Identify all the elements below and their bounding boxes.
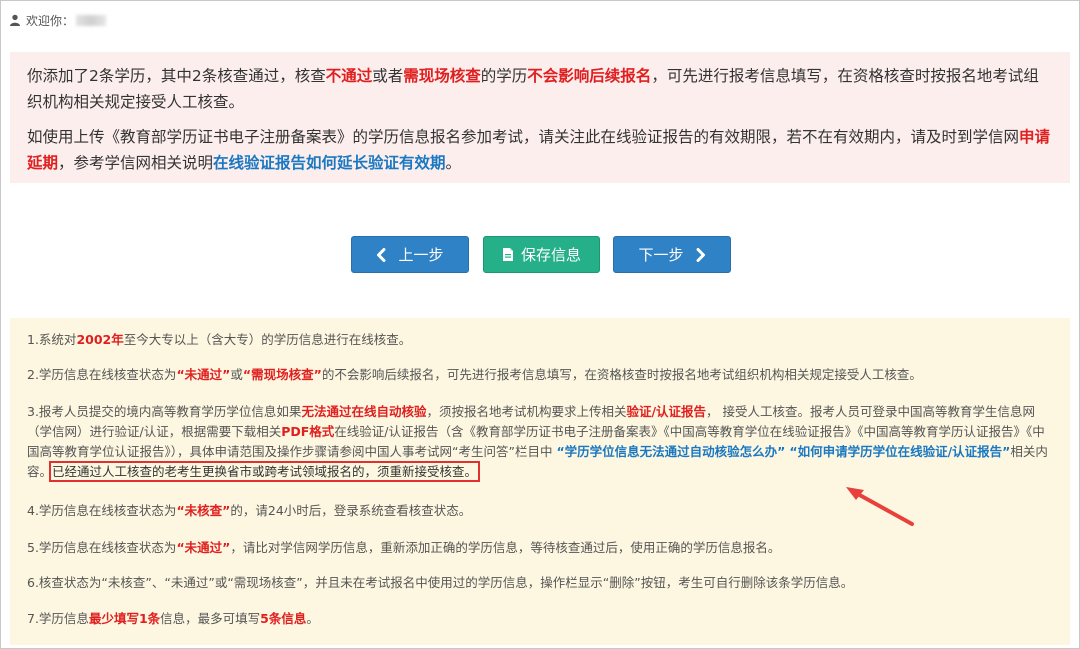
extend-validity-link[interactable]: 在线验证报告如何延长验证有效期 <box>213 154 446 172</box>
tip-emphasis: 最少填写1条 <box>88 611 161 626</box>
tip-emphasis: “需现场核查” <box>242 367 322 382</box>
tip-emphasis: PDF格式 <box>281 424 335 439</box>
tip-emphasis: 无法通过在线自动核验 <box>301 404 427 419</box>
tips-panel: 1.系统对2002年至今大专以上（含大专）的学历信息进行在线核查。 2.学历信息… <box>10 318 1070 645</box>
tip-text: 或 <box>230 367 243 382</box>
notice-text: 如使用上传《教育部学历证书电子注册备案表》的学历信息报名参加考试，请关注此在线验… <box>27 128 1020 146</box>
tip-emphasis: 5条信息 <box>260 611 307 626</box>
user-icon <box>9 14 21 26</box>
next-step-button[interactable]: 下一步 <box>613 236 731 273</box>
tip-item-3: 3.报考人员提交的境内高等教育学历学位信息如果无法通过在线自动核验，须按报名地考… <box>27 402 1057 482</box>
tip-text: 6.核查状态为“未核查”、“未通过”或“需现场核查”，并且未在考试报名中使用过的… <box>27 575 854 590</box>
tip-text: 信息，最多可填写 <box>160 611 261 626</box>
tip-text: 5.学历信息在线核查状态为 <box>27 540 177 555</box>
tip-text: 1.系统对 <box>27 332 77 347</box>
chevron-left-icon <box>376 247 386 262</box>
tip-text: 。 <box>306 611 319 626</box>
notice-text: 你添加了2条学历，其中2条核查通过，核查 <box>27 67 326 85</box>
tip-text: 的不会影响后续报名，可先进行报考信息填写，在资格核查时按报名地考试组织机构相关规… <box>321 367 922 382</box>
notice-text: 或者 <box>372 67 404 85</box>
document-icon <box>502 247 514 262</box>
welcome-bar: 欢迎你： <box>9 11 107 29</box>
notice-emphasis: 需现场核查 <box>403 67 481 85</box>
prev-step-button[interactable]: 上一步 <box>351 236 469 273</box>
tip-text: 2.学历信息在线核查状态为 <box>27 367 177 382</box>
tip-item-6: 6.核查状态为“未核查”、“未通过”或“需现场核查”，并且未在考试报名中使用过的… <box>27 573 1057 593</box>
tip-text: 的，请24小时后，登录系统查看核查状态。 <box>230 503 472 518</box>
prev-step-label: 上一步 <box>398 246 444 264</box>
notice-text: ，参考学信网相关说明 <box>58 154 214 172</box>
chevron-right-icon <box>696 247 706 262</box>
welcome-label: 欢迎你： <box>26 13 75 28</box>
tip-text: 至今大专以上（含大专）的学历信息进行在线核查。 <box>123 332 412 347</box>
highlighted-recheck-note: 已经通过人工核查的老考生更换省市或跨考试领域报名的，须重新接受核查。 <box>49 461 481 482</box>
tip-text: ，请比对学信网学历信息，重新添加正确的学历信息，等待核查通过后，使用正确的学历信… <box>230 540 781 555</box>
notice-paragraph-1: 你添加了2条学历，其中2条核查通过，核查不通过或者需现场核查的学历不会影响后续报… <box>27 63 1053 115</box>
tip-item-7: 7.学历信息最少填写1条信息，最多可填写5条信息。 <box>27 609 1057 629</box>
tip-item-2: 2.学历信息在线核查状态为“未通过”或“需现场核查”的不会影响后续报名，可先进行… <box>27 365 1057 385</box>
next-step-label: 下一步 <box>638 246 684 264</box>
tip-text: 7.学历信息 <box>27 611 89 626</box>
notice-text: 。 <box>445 154 462 172</box>
auto-verify-faq-link[interactable]: “学历学位信息无法通过自动核验怎么办” <box>556 444 785 459</box>
tip-item-1: 1.系统对2002年至今大专以上（含大专）的学历信息进行在线核查。 <box>27 330 1057 350</box>
red-arrow-icon <box>838 484 918 532</box>
notice-emphasis: 不会影响后续报名 <box>527 67 652 85</box>
tip-emphasis: “未核查” <box>176 503 231 518</box>
tip-emphasis: “未通过” <box>176 367 231 382</box>
tip-text: 4.学历信息在线核查状态为 <box>27 503 177 518</box>
tip-text: ，须按报名地考试机构要求上传相关 <box>426 404 627 419</box>
save-info-label: 保存信息 <box>520 246 581 264</box>
blurred-username <box>76 14 107 26</box>
notice-emphasis: 不通过 <box>325 67 373 85</box>
notice-paragraph-2: 如使用上传《教育部学历证书电子注册备案表》的学历信息报名参加考试，请关注此在线验… <box>27 124 1053 176</box>
verification-report-faq-link[interactable]: “如何申请学历学位在线验证/认证报告” <box>789 444 1010 459</box>
notice-text: 的学历 <box>480 67 528 85</box>
tip-item-5: 5.学历信息在线核查状态为“未通过”，请比对学信网学历信息，重新添加正确的学历信… <box>27 538 1057 558</box>
education-notice: 你添加了2条学历，其中2条核查通过，核查不通过或者需现场核查的学历不会影响后续报… <box>10 52 1070 183</box>
tip-emphasis: 2002年 <box>76 332 124 347</box>
tip-emphasis: “未通过” <box>176 540 231 555</box>
tip-text: 3.报考人员提交的境内高等教育学历学位信息如果 <box>27 404 302 419</box>
save-info-button[interactable]: 保存信息 <box>483 236 600 273</box>
tip-emphasis: 验证/认证报告 <box>626 404 707 419</box>
